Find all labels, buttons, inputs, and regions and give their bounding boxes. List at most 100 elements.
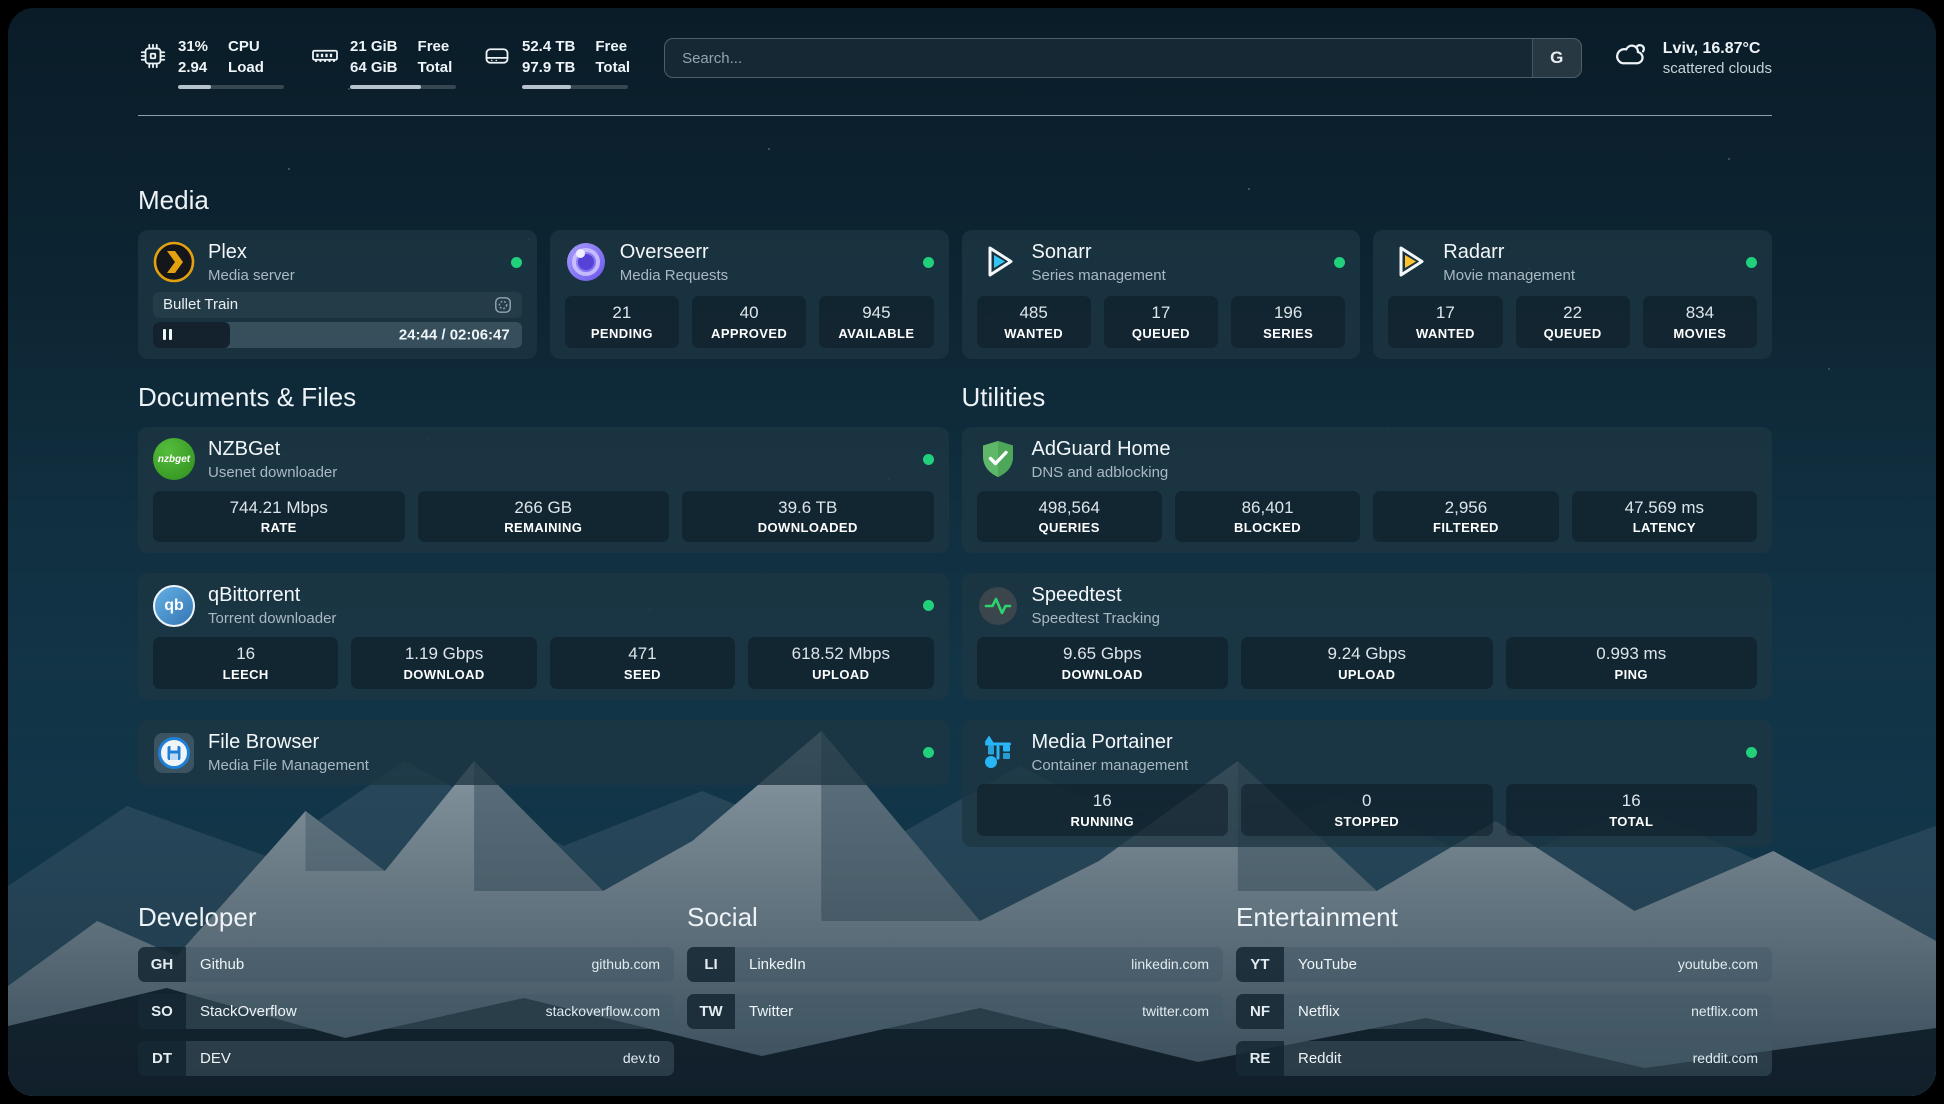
app-card-sonarr[interactable]: Sonarr Series management 485WANTED 17QUE… [962, 230, 1361, 359]
section-title-entertainment: Entertainment [1236, 903, 1772, 933]
app-subtitle: Series management [1032, 267, 1166, 284]
bookmark-abbr: SO [138, 994, 186, 1029]
stats-row: 485WANTED 17QUEUED 196SERIES [977, 286, 1346, 348]
app-subtitle: DNS and adblocking [1032, 464, 1171, 481]
bookmark-name: Github [186, 956, 244, 973]
app-card-radarr[interactable]: Radarr Movie management 17WANTED 22QUEUE… [1373, 230, 1772, 359]
bookmark-netflix[interactable]: NF Netflix netflix.com [1236, 994, 1772, 1029]
search-bar[interactable]: G [664, 38, 1582, 78]
bookmark-stackoverflow[interactable]: SO StackOverflow stackoverflow.com [138, 994, 674, 1029]
status-dot [923, 600, 934, 611]
now-playing-title: Bullet Train [163, 296, 238, 313]
bookmark-reddit[interactable]: RE Reddit reddit.com [1236, 1041, 1772, 1076]
plex-now-playing: Bullet Train 24:44 / 02:06:47 [153, 284, 522, 348]
cpu-progress-bar [178, 85, 284, 89]
app-subtitle: Media Requests [620, 267, 728, 284]
speedtest-icon [977, 585, 1019, 627]
app-title: NZBGet [208, 438, 337, 461]
app-card-adguard[interactable]: AdGuard Home DNS and adblocking 498,564Q… [962, 427, 1773, 554]
memory-free: 21 GiB [350, 36, 398, 57]
stat-queued: 22QUEUED [1516, 296, 1630, 348]
load-label: Load [228, 57, 264, 78]
bookmark-url: linkedin.com [1131, 956, 1223, 972]
app-card-speedtest[interactable]: Speedtest Speedtest Tracking 9.65 GbpsDO… [962, 573, 1773, 700]
app-card-qbittorrent[interactable]: qb qBittorrent Torrent downloader 16LEEC… [138, 573, 949, 700]
bookmark-name: YouTube [1284, 956, 1357, 973]
stat-wanted: 17WANTED [1388, 296, 1502, 348]
media-grid: Plex Media server Bullet Train [138, 230, 1772, 359]
bookmark-abbr: YT [1236, 947, 1284, 982]
qbittorrent-icon: qb [153, 585, 195, 627]
stat-upload: 9.24 GbpsUPLOAD [1241, 637, 1493, 689]
bookmark-twitter[interactable]: TW Twitter twitter.com [687, 994, 1223, 1029]
pause-icon[interactable] [163, 329, 172, 340]
bookmark-group-developer: Developer GH Github github.com SO StackO… [138, 847, 674, 1088]
cloud-icon [1612, 39, 1650, 76]
bookmark-abbr: RE [1236, 1041, 1284, 1076]
stat-movies: 834MOVIES [1643, 296, 1757, 348]
stat-download: 9.65 GbpsDOWNLOAD [977, 637, 1229, 689]
stat-blocked: 86,401BLOCKED [1175, 491, 1360, 543]
weather-widget: Lviv, 16.87°C scattered clouds [1612, 38, 1772, 77]
stats-row: 17WANTED 22QUEUED 834MOVIES [1388, 286, 1757, 348]
sonarr-icon [977, 241, 1019, 283]
app-subtitle: Torrent downloader [208, 610, 336, 627]
stat-pending: 21PENDING [565, 296, 679, 348]
stat-series: 196SERIES [1231, 296, 1345, 348]
cpu-load: 2.94 [178, 57, 208, 78]
section-title-developer: Developer [138, 903, 674, 933]
weather-location-temp: Lviv, 16.87°C [1663, 38, 1772, 60]
bookmark-url: github.com [592, 956, 674, 972]
app-title: Overseerr [620, 241, 728, 264]
stat-ping: 0.993 msPING [1506, 637, 1758, 689]
bookmark-abbr: DT [138, 1041, 186, 1076]
bookmark-github[interactable]: GH Github github.com [138, 947, 674, 982]
memory-progress-bar [350, 85, 456, 89]
disk-icon [482, 41, 512, 89]
bookmark-linkedin[interactable]: LI LinkedIn linkedin.com [687, 947, 1223, 982]
stat-latency: 47.569 msLATENCY [1572, 491, 1757, 543]
playback-progress-bar[interactable]: 24:44 / 02:06:47 [153, 322, 522, 348]
bookmark-dev[interactable]: DT DEV dev.to [138, 1041, 674, 1076]
app-card-nzbget[interactable]: nzbget NZBGet Usenet downloader 744.21 M… [138, 427, 949, 554]
stat-upload: 618.52 MbpsUPLOAD [748, 637, 933, 689]
bookmark-name: Reddit [1284, 1050, 1341, 1067]
app-subtitle: Container management [1032, 757, 1189, 774]
app-title: Sonarr [1032, 241, 1166, 264]
app-card-filebrowser[interactable]: File Browser Media File Management [138, 720, 949, 785]
memory-free-label: Free [418, 36, 453, 57]
app-subtitle: Movie management [1443, 267, 1575, 284]
bookmark-name: StackOverflow [186, 1003, 297, 1020]
search-provider-button[interactable]: G [1532, 39, 1581, 77]
stat-remaining: 266 GBREMAINING [418, 491, 670, 543]
bookmark-url: netflix.com [1691, 1003, 1772, 1019]
bookmark-abbr: GH [138, 947, 186, 982]
app-title: qBittorrent [208, 584, 336, 607]
bookmark-url: stackoverflow.com [546, 1003, 674, 1019]
app-card-overseerr[interactable]: Overseerr Media Requests 21PENDING 40APP… [550, 230, 949, 359]
memory-total-label: Total [418, 57, 453, 78]
app-card-portainer[interactable]: Media Portainer Container management 16R… [962, 720, 1773, 847]
cpu-usage: 31% [178, 36, 208, 57]
metric-cpu: 31%2.94 CPULoad [138, 36, 284, 89]
section-title-utilities: Utilities [962, 383, 1773, 413]
bookmark-youtube[interactable]: YT YouTube youtube.com [1236, 947, 1772, 982]
stat-rate: 744.21 MbpsRATE [153, 491, 405, 543]
app-card-plex[interactable]: Plex Media server Bullet Train [138, 230, 537, 359]
app-subtitle: Usenet downloader [208, 464, 337, 481]
metric-memory: 21 GiB64 GiB FreeTotal [310, 36, 456, 89]
app-subtitle: Media server [208, 267, 295, 284]
cpu-label: CPU [228, 36, 264, 57]
status-dot [923, 257, 934, 268]
disk-progress-bar [522, 85, 628, 89]
plex-icon [153, 241, 195, 283]
system-metrics: 31%2.94 CPULoad [138, 36, 630, 89]
app-title: Speedtest [1032, 584, 1160, 607]
status-dot [511, 257, 522, 268]
media-disc-icon [494, 296, 512, 314]
bookmark-name: Twitter [735, 1003, 793, 1020]
section-title-documents: Documents & Files [138, 383, 949, 413]
search-input[interactable] [665, 39, 1532, 77]
app-subtitle: Media File Management [208, 757, 369, 774]
playback-time: 24:44 / 02:06:47 [399, 326, 510, 343]
